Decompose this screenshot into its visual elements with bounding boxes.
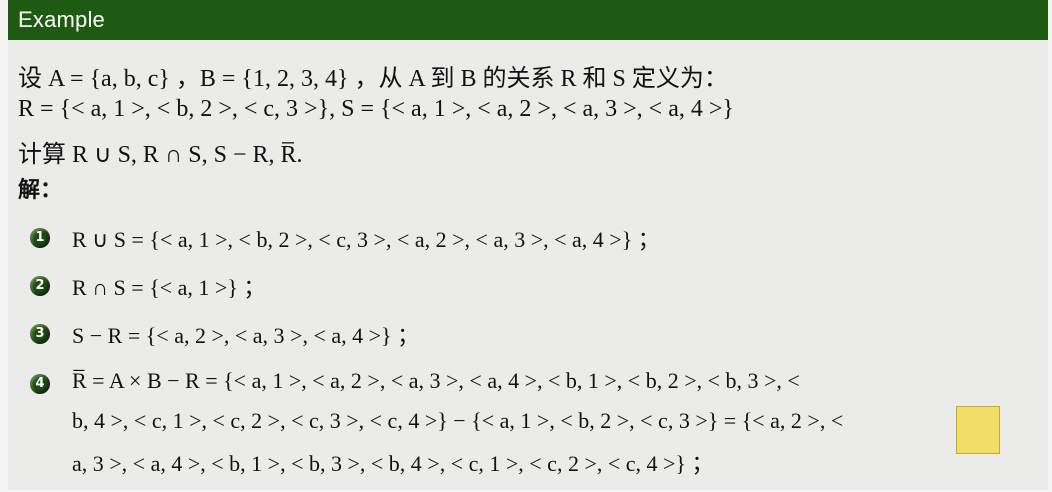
problem-line-3: 计算 R ∪ S, R ∩ S, S − R, R̅. (18, 142, 303, 168)
slide-header: Example (8, 0, 1048, 40)
problem-line-2: R = {< a, 1 >, < b, 2 >, < c, 3 >}, S = … (18, 96, 734, 122)
step-3-text: S − R = {< a, 2 >, < a, 3 >, < a, 4 >} ； (72, 323, 420, 348)
step-marker-2: 2 (30, 276, 50, 296)
step-4-line-2: b, 4 >, < c, 1 >, < c, 2 >, < c, 3 >, < … (72, 408, 844, 433)
problem-line-1: 设 A = {a, b, c} ，B = {1, 2, 3, 4} ，从 A 到… (18, 66, 728, 92)
step-2-text: R ∩ S = {< a, 1 >} ； (72, 275, 266, 300)
step-marker-4: 4 (30, 374, 50, 394)
slide: Example 设 A = {a, b, c} ，B = {1, 2, 3, 4… (8, 0, 1048, 490)
step-marker-3: 3 (30, 324, 50, 344)
solution-label: 解： (18, 178, 63, 203)
step-marker-1: 1 (30, 228, 50, 248)
slide-title: Example (18, 7, 105, 32)
step-1-text: R ∪ S = {< a, 1 >, < b, 2 >, < c, 3 >, <… (72, 227, 660, 252)
step-4-line-1: R̅ = A × B − R = {< a, 1 >, < a, 2 >, < … (72, 368, 800, 393)
step-4-line-3: a, 3 >, < a, 4 >, < b, 1 >, < b, 3 >, < … (72, 451, 714, 476)
highlight-box (956, 406, 1000, 454)
